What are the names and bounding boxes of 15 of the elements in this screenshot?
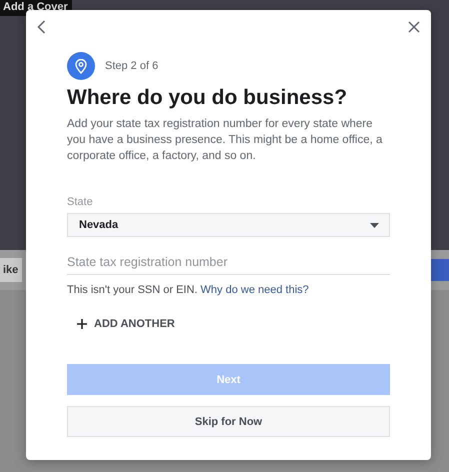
close-icon[interactable] <box>406 19 422 35</box>
field-label: State <box>67 196 94 208</box>
skip-button[interactable]: Skip for Now <box>67 406 390 437</box>
caret-icon <box>370 222 379 228</box>
state-select[interactable]: Nevada <box>67 213 390 237</box>
helper-text: This isn't your SSN or EIN. Why do we need this? <box>67 284 310 296</box>
why-link[interactable]: Why do we need this? <box>200 284 309 296</box>
dialog-title: Where do you do business? <box>67 86 348 110</box>
action-button[interactable] <box>429 259 449 281</box>
plus-icon <box>77 319 87 329</box>
add-another-button[interactable]: ADD ANOTHER <box>77 318 175 330</box>
description: Add your state tax registration number for every state where you have a business presence. This might be a home office, a corporate office, a factory, and so on. <box>67 117 384 164</box>
step-indicator: Step 2 of 6 <box>105 60 158 72</box>
like-button[interactable]: ike <box>0 258 22 282</box>
location-pin-icon <box>67 52 95 80</box>
